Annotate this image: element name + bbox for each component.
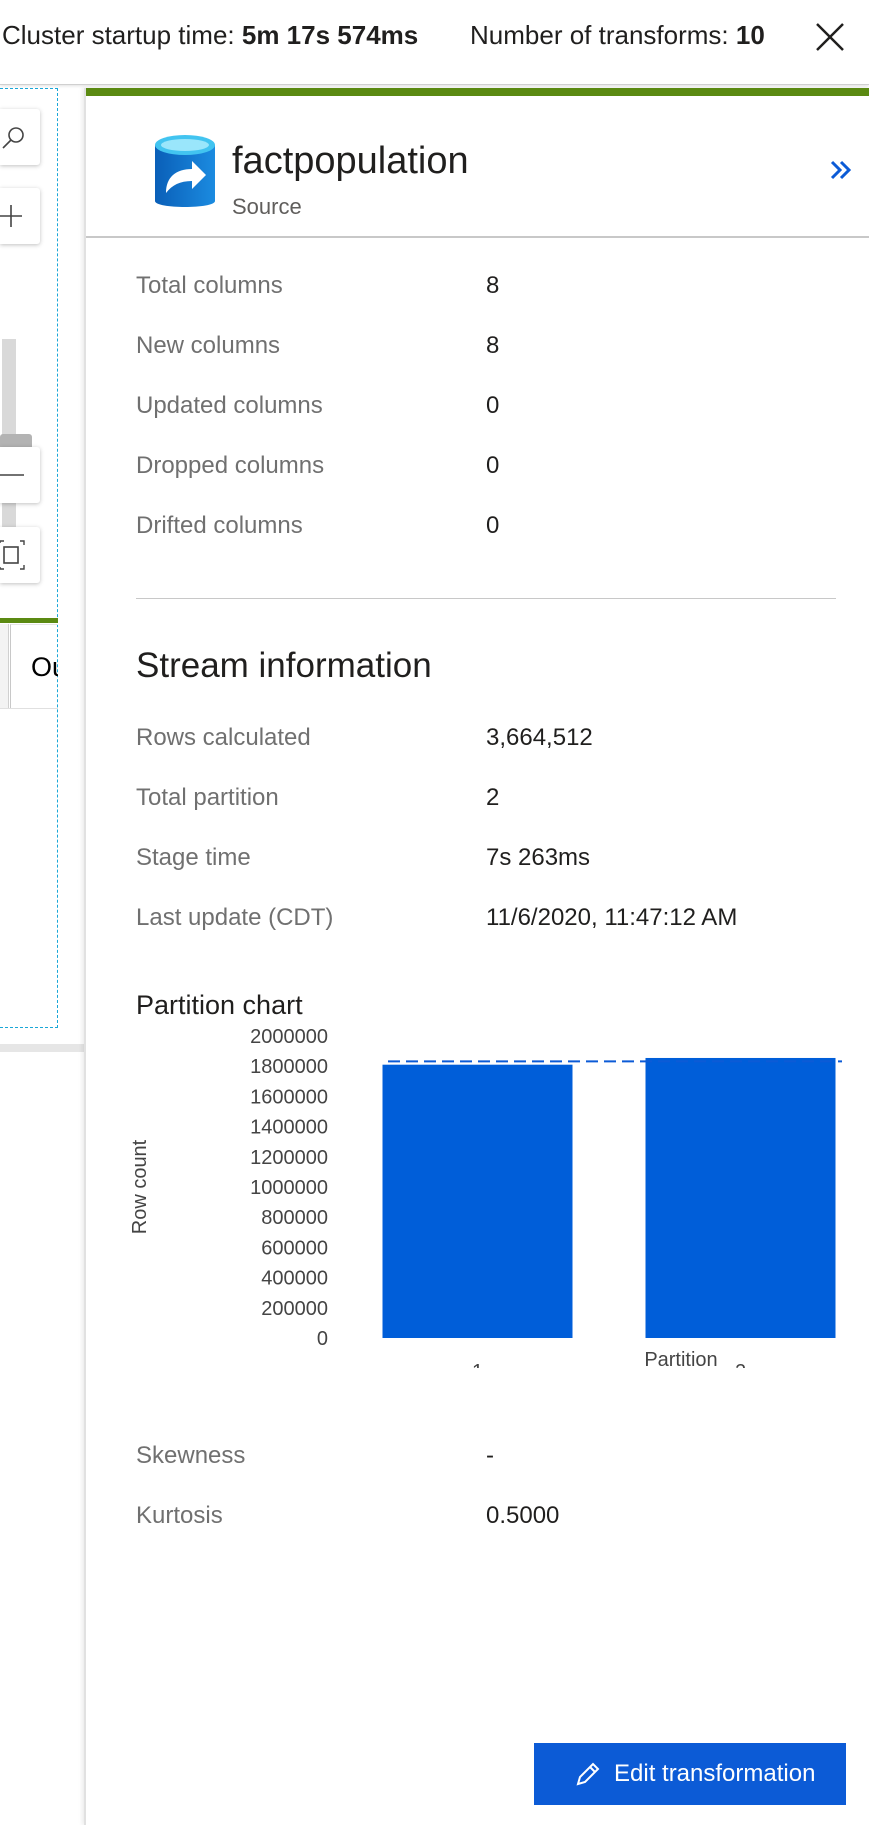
panel-subtitle: Source — [232, 194, 302, 219]
stream-row: Last update (CDT) 11/6/2020, 11:47:12 AM — [136, 904, 836, 944]
canvas-tab-output[interactable]: Ou — [10, 624, 58, 708]
stream-information-title: Stream information — [136, 646, 432, 685]
search-button[interactable] — [0, 109, 40, 165]
y-tick-label: 0 — [317, 1328, 328, 1350]
stat-label: Skewness — [136, 1442, 246, 1469]
stream-value: 11/6/2020, 11:47:12 AM — [486, 904, 738, 931]
stream-value: 3,664,512 — [486, 724, 593, 751]
zoom-out-button[interactable] — [0, 447, 40, 503]
x-axis-label: Partition — [644, 1349, 717, 1368]
stat-value: 8 — [486, 272, 500, 299]
stat-value: 0 — [486, 392, 500, 419]
top-status-bar: Cluster startup time: 5m 17s 574ms Numbe… — [0, 0, 869, 85]
stream-label: Last update (CDT) — [136, 904, 334, 931]
zoom-in-button[interactable] — [0, 188, 40, 244]
pencil-icon — [576, 1762, 600, 1786]
canvas-tab-previous[interactable] — [0, 624, 9, 708]
y-tick-label: 1600000 — [250, 1086, 328, 1108]
y-tick-label: 1000000 — [250, 1177, 328, 1199]
partition-chart-title: Partition chart — [136, 990, 303, 1020]
stat-row: Kurtosis 0.5000 — [136, 1502, 836, 1542]
stream-row: Total partition 2 — [136, 784, 836, 824]
stat-label: Kurtosis — [136, 1502, 223, 1529]
y-tick-label: 1800000 — [250, 1056, 328, 1078]
stream-value: 2 — [486, 784, 500, 811]
stat-row: Drifted columns 0 — [136, 512, 836, 552]
panel-header: factpopulation Source — [86, 96, 869, 238]
y-tick-label: 1400000 — [250, 1117, 328, 1139]
close-icon[interactable] — [813, 20, 847, 54]
startup-time-value: 5m 17s 574ms — [241, 20, 419, 50]
plus-icon — [0, 205, 22, 227]
stat-row: Total columns 8 — [136, 272, 836, 312]
transforms-value: 10 — [735, 20, 765, 50]
stat-value: 8 — [486, 332, 500, 359]
fit-to-screen-button[interactable] — [0, 527, 40, 583]
stat-value: - — [486, 1442, 494, 1469]
transforms-count: Number of transforms: 10 — [470, 20, 765, 51]
startup-time-label: Cluster startup time: — [2, 20, 235, 50]
y-tick-label: 2000000 — [250, 1028, 328, 1048]
stat-value: 0 — [486, 452, 500, 479]
stream-label: Total partition — [136, 784, 279, 811]
stat-value: 0.5000 — [486, 1502, 560, 1529]
stat-row: Dropped columns 0 — [136, 452, 836, 492]
stat-row: New columns 8 — [136, 332, 836, 372]
stat-label: New columns — [136, 332, 281, 359]
stat-row: Updated columns 0 — [136, 392, 836, 432]
y-tick-label: 1200000 — [250, 1147, 328, 1169]
panel-accent-bar — [86, 88, 869, 96]
x-tick-label: 1 — [472, 1361, 483, 1368]
startup-time: Cluster startup time: 5m 17s 574ms — [2, 20, 418, 51]
canvas-bottom-bar — [0, 1044, 84, 1052]
fit-screen-icon — [0, 540, 25, 570]
stat-label: Updated columns — [136, 392, 323, 419]
section-divider — [136, 598, 836, 599]
y-tick-label: 200000 — [261, 1298, 328, 1320]
stat-row: Skewness - — [136, 1442, 836, 1482]
stat-label: Total columns — [136, 272, 283, 299]
minus-icon — [0, 474, 24, 476]
divider — [0, 708, 58, 709]
stat-label: Dropped columns — [136, 452, 325, 479]
collapse-panel-icon[interactable] — [826, 154, 858, 186]
transforms-label: Number of transforms: — [470, 20, 729, 50]
y-tick-label: 800000 — [261, 1207, 328, 1229]
y-axis-label: Row count — [129, 1139, 151, 1234]
partition-bar — [645, 1057, 836, 1338]
stat-value: 0 — [486, 512, 500, 539]
stream-label: Stage time — [136, 844, 251, 871]
canvas-tab-accent — [0, 618, 58, 623]
stat-label: Drifted columns — [136, 512, 303, 539]
stream-value: 7s 263ms — [486, 844, 591, 871]
stream-row: Stage time 7s 263ms — [136, 844, 836, 884]
database-source-icon — [155, 135, 215, 207]
partition-bar — [382, 1064, 573, 1338]
x-tick-label: 2 — [735, 1361, 746, 1368]
y-tick-label: 600000 — [261, 1237, 328, 1259]
edit-transformation-label: Edit transformation — [614, 1760, 816, 1787]
panel-title: factpopulation — [232, 140, 469, 182]
partition-chart: 0 200000 400000 600000 800000 1000000 1200000 1… — [129, 1028, 842, 1368]
pipeline-canvas[interactable] — [0, 88, 58, 1028]
search-icon — [2, 127, 24, 149]
edit-transformation-button[interactable]: Edit transformation — [534, 1743, 846, 1805]
details-panel: factpopulation Source Total columns 8 Ne… — [84, 88, 869, 1825]
stream-label: Rows calculated — [136, 724, 311, 751]
stream-row: Rows calculated 3,664,512 — [136, 724, 836, 764]
y-tick-label: 400000 — [261, 1268, 328, 1290]
